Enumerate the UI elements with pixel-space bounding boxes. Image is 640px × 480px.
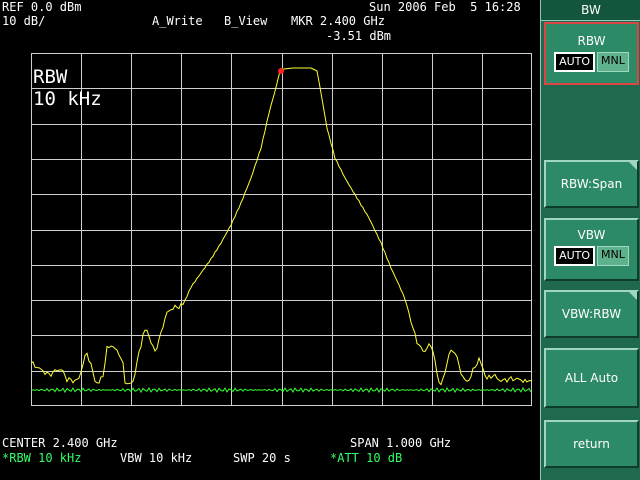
vbw-auto-option: AUTO [554, 246, 596, 266]
submenu-corner-icon [629, 292, 637, 300]
all-auto-label: ALL Auto [564, 371, 619, 385]
center-frequency: CENTER 2.400 GHz [2, 436, 118, 450]
menu-title: BW [541, 0, 640, 21]
rbw-manual-option: MNL [597, 52, 629, 72]
vbw-mode-button[interactable]: VBW AUTO MNL [544, 218, 639, 281]
softkey-menu: BW RBW AUTO MNL RBW:Span VBW AUTO MNL VB… [540, 0, 640, 480]
sweep-time: SWP 20 s [233, 451, 291, 465]
attenuation-setting: *ATT 10 dB [330, 451, 403, 465]
rbw-span-button[interactable]: RBW:Span [544, 160, 639, 208]
rbw-overlay-title: RBW [33, 66, 68, 88]
vbw-rbw-label: VBW:RBW [561, 307, 622, 321]
trace-b-mode: B_View [224, 14, 268, 28]
rbw-span-label: RBW:Span [560, 177, 623, 191]
rbw-mode-button[interactable]: RBW AUTO MNL [544, 22, 639, 85]
all-auto-button[interactable]: ALL Auto [544, 348, 639, 408]
marker-level: -3.51 dBm [326, 29, 392, 43]
vbw-auto-manual-toggle: AUTO MNL [546, 246, 637, 266]
rbw-setting: *RBW 10 kHz [2, 451, 82, 465]
vbw-setting: VBW 10 kHz [120, 451, 193, 465]
return-label: return [573, 437, 610, 451]
vbw-button-label: VBW [577, 228, 606, 242]
vbw-rbw-button[interactable]: VBW:RBW [544, 290, 639, 338]
reference-level: REF 0.0 dBm [2, 0, 82, 14]
submenu-corner-icon [629, 162, 637, 170]
rbw-overlay-value: 10 kHz [33, 88, 102, 110]
marker-frequency: MKR 2.400 GHz [291, 14, 385, 28]
marker-point [278, 68, 284, 74]
spectrum-screen: RBW 10 kHz [31, 53, 532, 406]
rbw-auto-manual-toggle: AUTO MNL [546, 52, 637, 72]
date-time: Sun 2006 Feb 5 16:28 [369, 0, 521, 14]
trace-a-mode: A_Write [152, 14, 203, 28]
return-button[interactable]: return [544, 420, 639, 468]
vbw-manual-option: MNL [597, 246, 629, 266]
frequency-span: SPAN 1.000 GHz [350, 436, 452, 450]
scale-per-div: 10 dB/ [2, 14, 46, 28]
analyzer-display: REF 0.0 dBm 10 dB/ A_Write B_View MKR 2.… [0, 0, 540, 480]
rbw-button-label: RBW [577, 34, 606, 48]
rbw-auto-option: AUTO [554, 52, 596, 72]
